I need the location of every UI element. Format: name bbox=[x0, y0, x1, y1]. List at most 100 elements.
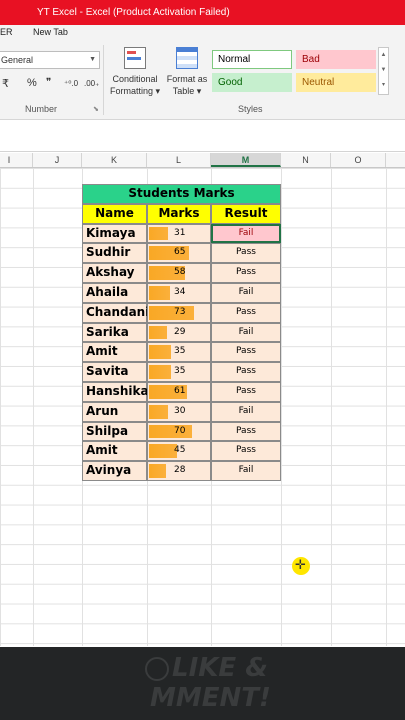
column-header-k[interactable]: K bbox=[82, 153, 147, 167]
student-marks[interactable]: 29 bbox=[147, 322, 211, 343]
increase-decimal-button[interactable]: ⁺⁰.0 bbox=[64, 79, 78, 88]
conditional-formatting-label-1: Conditional bbox=[112, 74, 158, 84]
format-as-table-label-1: Format as bbox=[166, 74, 208, 84]
ribbon-divider bbox=[103, 45, 104, 115]
student-result[interactable]: Fail bbox=[211, 223, 281, 244]
student-result[interactable]: Pass bbox=[211, 421, 281, 442]
student-marks[interactable]: 70 bbox=[147, 421, 211, 442]
table-title[interactable]: Students Marks bbox=[82, 184, 281, 204]
student-result[interactable]: Pass bbox=[211, 302, 281, 323]
styles-gallery-scroll[interactable]: ▲ ▼ ▾ bbox=[378, 47, 389, 95]
column-header-i[interactable]: I bbox=[0, 153, 33, 167]
student-name[interactable]: Ahaila bbox=[82, 283, 147, 303]
grid-column-line bbox=[386, 168, 387, 646]
data-bar bbox=[149, 226, 169, 241]
marks-value: 35 bbox=[174, 366, 186, 377]
student-result[interactable]: Pass bbox=[211, 342, 281, 363]
decrease-decimal-button[interactable]: .00₊ bbox=[84, 79, 99, 88]
banner-text-line1: LIKE & bbox=[172, 653, 268, 683]
window-title-bar: YT Excel - Excel (Product Activation Fai… bbox=[0, 0, 405, 25]
student-result[interactable]: Fail bbox=[211, 461, 281, 481]
format-as-table-button[interactable]: Format as Table ▾ bbox=[163, 47, 211, 97]
data-bar bbox=[149, 286, 171, 300]
cell-cursor-icon bbox=[292, 557, 310, 575]
cell-style-good[interactable]: Good bbox=[212, 73, 292, 92]
student-name[interactable]: Hanshika bbox=[82, 382, 149, 402]
column-header-m[interactable]: M bbox=[211, 153, 281, 167]
marks-value: 70 bbox=[174, 425, 186, 436]
percent-style-button[interactable]: % bbox=[27, 77, 37, 89]
student-marks[interactable]: 35 bbox=[147, 342, 211, 363]
student-name[interactable]: Amit bbox=[82, 342, 147, 363]
column-header-j[interactable]: J bbox=[33, 153, 82, 167]
marks-value: 31 bbox=[174, 227, 186, 238]
column-header-n[interactable]: N bbox=[281, 153, 331, 167]
tab-new-tab[interactable]: New Tab bbox=[33, 27, 68, 37]
student-marks[interactable]: 31 bbox=[147, 223, 211, 244]
student-result[interactable]: Pass bbox=[211, 243, 281, 264]
marks-value: 65 bbox=[174, 247, 186, 258]
format-as-table-icon bbox=[176, 47, 198, 69]
student-marks[interactable]: 35 bbox=[147, 362, 211, 382]
data-bar bbox=[149, 424, 193, 439]
grid-column-line bbox=[331, 168, 332, 646]
cell-style-bad[interactable]: Bad bbox=[296, 50, 376, 69]
like-comment-banner: LIKE & MMENT! bbox=[0, 647, 405, 720]
student-result[interactable]: Fail bbox=[211, 322, 281, 343]
student-marks[interactable]: 58 bbox=[147, 263, 211, 283]
student-name[interactable]: Chandani bbox=[82, 302, 149, 323]
student-marks[interactable]: 28 bbox=[147, 461, 211, 481]
tab-er[interactable]: ER bbox=[0, 27, 13, 37]
number-format-select[interactable]: General ▼ bbox=[0, 51, 100, 69]
conditional-formatting-button[interactable]: Conditional Formatting ▾ bbox=[108, 47, 162, 97]
student-marks[interactable]: 73 bbox=[147, 302, 211, 323]
formula-area bbox=[0, 121, 405, 152]
comma-style-button[interactable]: ❞ bbox=[46, 77, 51, 88]
column-header-l[interactable]: L bbox=[147, 153, 211, 167]
header-marks[interactable]: Marks bbox=[147, 203, 211, 224]
data-bar bbox=[149, 325, 167, 340]
student-result[interactable]: Pass bbox=[211, 263, 281, 283]
data-bar bbox=[149, 345, 171, 360]
ribbon: General ▼ ₹ % ❞ ⁺⁰.0 .00₊ Number ⬊ Condi… bbox=[0, 41, 405, 120]
student-name[interactable]: Sarika bbox=[82, 322, 147, 343]
student-result[interactable]: Pass bbox=[211, 441, 281, 462]
student-marks[interactable]: 45 bbox=[147, 441, 211, 462]
cell-style-normal[interactable]: Normal bbox=[212, 50, 292, 69]
student-result[interactable]: Fail bbox=[211, 283, 281, 303]
header-name[interactable]: Name bbox=[82, 203, 147, 224]
student-marks[interactable]: 65 bbox=[147, 243, 211, 264]
conditional-formatting-label-2: Formatting ▾ bbox=[109, 86, 161, 96]
student-name[interactable]: Avinya bbox=[82, 461, 147, 481]
column-header-p[interactable] bbox=[386, 153, 405, 167]
data-bar bbox=[149, 464, 167, 478]
column-header-o[interactable]: O bbox=[331, 153, 386, 167]
student-name[interactable]: Sudhir bbox=[82, 243, 147, 264]
dialog-launcher-icon[interactable]: ⬊ bbox=[93, 105, 99, 113]
student-result[interactable]: Pass bbox=[211, 362, 281, 382]
cell-style-neutral[interactable]: Neutral bbox=[296, 73, 376, 92]
marks-value: 73 bbox=[174, 306, 186, 317]
student-name[interactable]: Amit bbox=[82, 441, 147, 462]
student-name[interactable]: Shilpa bbox=[82, 421, 147, 442]
student-marks[interactable]: 30 bbox=[147, 401, 211, 422]
styles-group-label: Styles bbox=[238, 104, 263, 114]
student-name[interactable]: Kimaya bbox=[82, 223, 147, 244]
header-result[interactable]: Result bbox=[211, 203, 281, 224]
window-title: YT Excel - Excel (Product Activation Fai… bbox=[37, 7, 230, 18]
student-marks[interactable]: 34 bbox=[147, 283, 211, 303]
data-bar bbox=[149, 365, 171, 379]
marks-value: 34 bbox=[174, 287, 186, 297]
student-result[interactable]: Fail bbox=[211, 401, 281, 422]
student-result[interactable]: Pass bbox=[211, 382, 281, 402]
student-name[interactable]: Arun bbox=[82, 401, 147, 422]
column-header-bar: IJKLMNO bbox=[0, 153, 405, 168]
student-name[interactable]: Savita bbox=[82, 362, 147, 382]
student-marks[interactable]: 61 bbox=[147, 382, 211, 402]
marks-value: 61 bbox=[174, 386, 186, 396]
student-name[interactable]: Akshay bbox=[82, 263, 147, 283]
currency-format-button[interactable]: ₹ bbox=[2, 77, 9, 90]
chevron-down-icon: ▼ bbox=[89, 56, 96, 63]
grid-column-line bbox=[33, 168, 34, 646]
data-bar bbox=[149, 305, 195, 320]
